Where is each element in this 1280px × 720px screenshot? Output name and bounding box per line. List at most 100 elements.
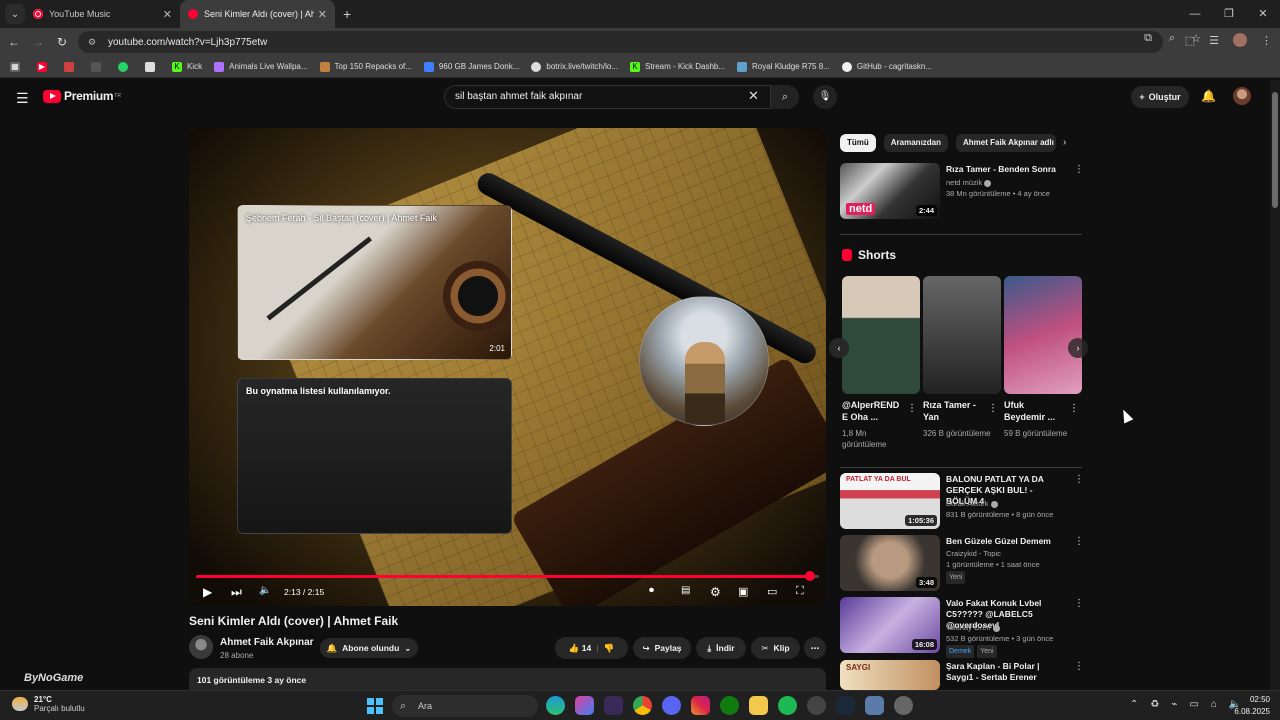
- recommended-video[interactable]: netd 2:44 Rıza Tamer - Benden Sonra netd…: [840, 163, 1084, 219]
- whatsapp-icon[interactable]: [118, 61, 133, 72]
- new-tab-button[interactable]: +: [343, 6, 351, 22]
- install-app-icon[interactable]: ⧉: [1142, 32, 1154, 45]
- progress-scrubber[interactable]: [804, 571, 815, 581]
- youtube-premium-logo[interactable]: Premium TR: [43, 89, 121, 103]
- tab-current-video[interactable]: Seni Kimler Aldı (cover) | Ahmet ✕: [180, 0, 335, 28]
- forward-icon[interactable]: →: [26, 35, 50, 49]
- subscribed-button[interactable]: 🔔 Abone olundu ⌄: [320, 638, 418, 658]
- video-thumbnail[interactable]: SAYGI: [840, 660, 940, 690]
- recommended-video[interactable]: 16:08 Valo Fakat Konuk Lvbel C5????? @LA…: [840, 597, 1084, 658]
- progress-bar[interactable]: [196, 571, 819, 581]
- bookmark-repacks[interactable]: Top 150 Repacks of...: [319, 61, 412, 72]
- more-actions-button[interactable]: ⋯: [804, 637, 826, 659]
- notifications-bell-icon[interactable]: 🔔: [1201, 89, 1216, 103]
- like-button[interactable]: 👍 14: [569, 643, 591, 654]
- share-button[interactable]: ↪ Paylaş: [633, 637, 691, 659]
- video-thumbnail[interactable]: 16:08: [840, 597, 940, 653]
- chip-from-search[interactable]: Aramanızdan: [883, 134, 949, 152]
- search-button[interactable]: ⌕: [771, 85, 799, 109]
- bookmark-kick[interactable]: K Kick: [172, 61, 202, 72]
- endscreen-channel-avatar[interactable]: [639, 296, 769, 426]
- spotify-icon[interactable]: [778, 696, 797, 715]
- tray-app-icon[interactable]: ♻: [1150, 699, 1159, 710]
- chip-channel[interactable]: Ahmet Faik Akpınar adlı: [956, 134, 1057, 152]
- more-vert-icon[interactable]: ⋮: [1074, 536, 1084, 547]
- hamburger-menu-icon[interactable]: ☰: [16, 90, 29, 107]
- channel-avatar[interactable]: [189, 635, 213, 659]
- bookmark-icon[interactable]: [145, 61, 160, 72]
- address-bar[interactable]: ⚙ youtube.com/watch?v=Ljh3p775etw: [78, 31, 1163, 53]
- windows-start-icon[interactable]: [367, 698, 383, 714]
- site-info-icon[interactable]: ⚙: [88, 37, 100, 48]
- create-button[interactable]: + Oluştur: [1131, 86, 1189, 108]
- short-thumbnail[interactable]: [923, 276, 1001, 394]
- bookmark-icon[interactable]: [91, 61, 106, 72]
- tray-app-icon[interactable]: ⌁: [1171, 699, 1177, 710]
- autoplay-toggle-icon[interactable]: ⏺: [649, 585, 654, 596]
- shorts-next-button[interactable]: ›: [1068, 338, 1088, 358]
- clip-button[interactable]: ✂ Klip: [751, 637, 800, 659]
- more-vert-icon[interactable]: ⋮: [907, 403, 917, 414]
- video-thumbnail[interactable]: netd 2:44: [840, 163, 940, 219]
- download-button[interactable]: ⤓ İndir: [696, 637, 746, 659]
- endscreen-video-card[interactable]: Şebnem Ferah - Sil Baştan (cover) | Ahme…: [237, 205, 512, 360]
- theater-mode-icon[interactable]: ▭: [767, 585, 777, 598]
- extensions-icon[interactable]: ⬚: [1185, 34, 1195, 47]
- recommended-video[interactable]: SAYGI Şara Kaplan - Bi Polar | Saygı1 - …: [840, 660, 1080, 690]
- recommended-video[interactable]: 3:48 Ben Güzele Güzel Demem Craizykid - …: [840, 535, 1084, 591]
- more-vert-icon[interactable]: ⋮: [1069, 403, 1079, 414]
- tab-youtube-music[interactable]: YouTube Music ✕: [25, 0, 180, 28]
- video-thumbnail[interactable]: PATLAT YA DA BUL 1:05:36: [840, 473, 940, 529]
- scrollbar-thumb[interactable]: [1272, 92, 1278, 208]
- description-box[interactable]: 101 görüntüleme 3 ay önce: [189, 668, 826, 692]
- account-avatar[interactable]: [1233, 87, 1251, 105]
- play-icon[interactable]: ▶: [203, 585, 212, 599]
- instagram-icon[interactable]: [691, 696, 710, 715]
- settings-gear-icon[interactable]: ⚙: [710, 585, 721, 599]
- bookmark-kick-dashboard[interactable]: K Stream - Kick Dashb...: [629, 61, 725, 72]
- close-icon[interactable]: ✕: [163, 8, 172, 21]
- short-thumbnail[interactable]: [1004, 276, 1082, 394]
- xbox-icon[interactable]: [720, 696, 739, 715]
- back-icon[interactable]: ←: [2, 35, 26, 49]
- subtitles-icon[interactable]: ▤: [681, 585, 690, 596]
- copilot-icon[interactable]: [575, 696, 594, 715]
- bookmark-botrix[interactable]: botrix.live/twitch/lo...: [531, 61, 618, 72]
- shorts-prev-button[interactable]: ‹: [829, 338, 849, 358]
- close-icon[interactable]: ✕: [318, 8, 327, 21]
- menu-dots-icon[interactable]: ⋮: [1261, 34, 1272, 47]
- more-vert-icon[interactable]: ⋮: [988, 403, 998, 414]
- tab-search-button[interactable]: ⌄: [5, 4, 25, 24]
- zoom-icon[interactable]: ⌕: [1166, 32, 1178, 45]
- minimize-icon[interactable]: —: [1178, 0, 1212, 28]
- miniplayer-icon[interactable]: ▣: [738, 585, 748, 598]
- taskbar-search[interactable]: Ara: [392, 695, 538, 717]
- settings-icon[interactable]: [894, 696, 913, 715]
- short-item[interactable]: Rıza Tamer - Yan ⋮ 326 B görüntüleme: [923, 276, 1001, 438]
- reload-icon[interactable]: ↻: [50, 35, 74, 49]
- channel-name[interactable]: Ahmet Faik Akpınar: [220, 637, 314, 648]
- network-icon[interactable]: ⌂: [1211, 699, 1217, 710]
- restore-icon[interactable]: ❐: [1212, 0, 1246, 28]
- chip-all[interactable]: Tümü: [840, 134, 876, 152]
- short-thumbnail[interactable]: [842, 276, 920, 394]
- more-vert-icon[interactable]: ⋮: [1074, 164, 1084, 175]
- weather-widget[interactable]: 21°C Parçalı bulutlu: [12, 695, 85, 713]
- chevron-up-icon[interactable]: ⌃: [1130, 699, 1138, 710]
- bookmark-icon[interactable]: [64, 61, 79, 72]
- search-input[interactable]: sil baştan ahmet faik akpınar: [444, 85, 771, 109]
- app-icon[interactable]: [807, 696, 826, 715]
- bookmark-github[interactable]: GitHub - cagritaskn...: [841, 61, 932, 72]
- clear-search-icon[interactable]: ✕: [748, 88, 759, 104]
- more-vert-icon[interactable]: ⋮: [1074, 661, 1080, 672]
- recommended-video[interactable]: PATLAT YA DA BUL 1:05:36 BALONU PATLAT Y…: [840, 473, 1084, 529]
- endscreen-playlist-card[interactable]: Bu oynatma listesi kullanılamıyor.: [237, 378, 512, 534]
- bookmark-royal-kludge[interactable]: Royal Kludge R75 8...: [737, 61, 830, 72]
- media-icon[interactable]: ☰: [1209, 34, 1219, 47]
- short-item[interactable]: @AlperREND E Oha ... ⋮ 1,8 Mn görüntülem…: [842, 276, 920, 449]
- apps-icon[interactable]: ▦: [10, 61, 25, 72]
- more-vert-icon[interactable]: ⋮: [1074, 598, 1084, 609]
- close-window-icon[interactable]: ✕: [1246, 0, 1280, 28]
- video-thumbnail[interactable]: 3:48: [840, 535, 940, 591]
- chevron-right-icon[interactable]: ›: [1063, 137, 1066, 148]
